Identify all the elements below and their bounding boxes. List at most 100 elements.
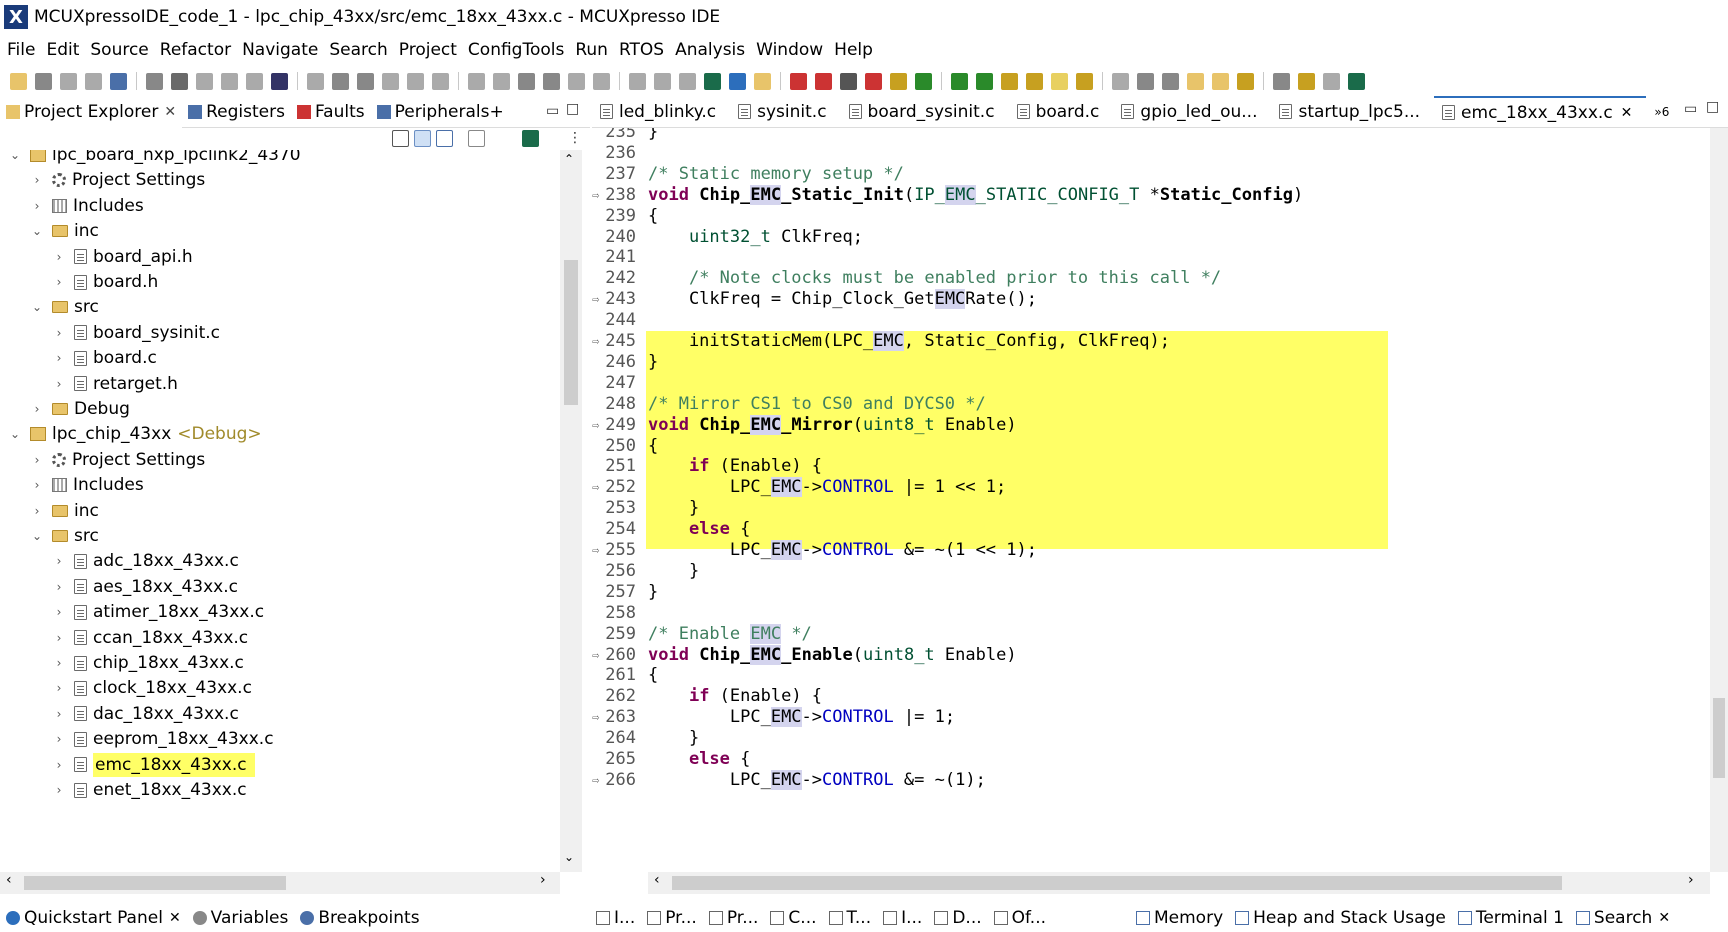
toolbar-action-icon[interactable] (704, 72, 721, 90)
menu-rtos[interactable]: RTOS (616, 40, 672, 60)
editor-tab[interactable]: »6 (1646, 96, 1683, 127)
tree-item[interactable]: › board_sysinit.c (0, 319, 220, 347)
tree-item[interactable]: › board_api.h (0, 243, 193, 271)
toolbar-action-icon[interactable] (85, 72, 102, 90)
tree-item[interactable]: ⌄ src (0, 522, 99, 550)
editor-tab[interactable]: startup_lpc5... (1271, 96, 1434, 127)
toolbar-action-icon[interactable] (1001, 72, 1018, 90)
toolbar-action-icon[interactable] (407, 72, 424, 90)
chevron-right-icon[interactable]: › (52, 554, 66, 568)
close-icon[interactable]: ✕ (1658, 910, 1670, 926)
editor-tab[interactable]: board.c (1009, 96, 1114, 127)
editor-maximize-icon[interactable]: □ (1706, 99, 1719, 115)
tree-item[interactable]: › retarget.h (0, 370, 178, 398)
menu-window[interactable]: Window (753, 40, 831, 60)
chevron-right-icon[interactable]: › (52, 707, 66, 721)
chevron-right-icon[interactable]: › (30, 453, 44, 467)
chevron-down-icon[interactable]: ⌄ (30, 300, 44, 314)
toolbar-action-icon[interactable] (1237, 72, 1254, 90)
tree-item[interactable]: › Project Settings (0, 166, 206, 194)
editor-tab[interactable]: emc_18xx_43xx.c ✕ (1434, 96, 1647, 127)
toolbar-action-icon[interactable] (543, 72, 560, 90)
chevron-right-icon[interactable]: › (30, 173, 44, 187)
editor-hscroll-thumb[interactable] (672, 876, 1562, 890)
mcux-icon[interactable] (522, 130, 539, 147)
link-editor-icon[interactable] (414, 130, 431, 147)
toolbar-action-icon[interactable] (432, 72, 449, 90)
chevron-right-icon[interactable]: › (52, 732, 66, 746)
chevron-down-icon[interactable]: ⌄ (30, 224, 44, 238)
chevron-right-icon[interactable]: › (30, 199, 44, 213)
bottom-tab[interactable]: T... (823, 908, 878, 928)
menu-search[interactable]: Search (326, 40, 395, 60)
toolbar-action-icon[interactable] (976, 72, 993, 90)
editor-tab[interactable]: sysinit.c (730, 96, 840, 127)
tree-item[interactable]: › board.c (0, 344, 157, 372)
menu-configtools[interactable]: ConfigTools (465, 40, 572, 60)
chevron-right-icon[interactable]: › (52, 580, 66, 594)
close-icon[interactable]: ✕ (164, 104, 176, 120)
toolbar-action-icon[interactable] (1212, 72, 1229, 90)
bottom-tab[interactable]: Breakpoints (294, 908, 425, 928)
chevron-right-icon[interactable]: › (52, 783, 66, 797)
tree-item[interactable]: ⌄ lpc_chip_43xx <Debug> (0, 420, 262, 448)
editor-scroll-left-icon[interactable]: ‹ (654, 872, 660, 888)
toolbar-action-icon[interactable] (1051, 72, 1068, 90)
toolbar-action-icon[interactable] (790, 72, 807, 90)
toolbar-action-icon[interactable] (357, 72, 374, 90)
menu-navigate[interactable]: Navigate (239, 40, 326, 60)
toolbar-action-icon[interactable] (1162, 72, 1179, 90)
tree-item[interactable]: › Includes (0, 471, 144, 499)
chevron-right-icon[interactable]: › (52, 758, 66, 772)
bottom-tab[interactable]: I... (590, 908, 641, 928)
tree-item[interactable]: › adc_18xx_43xx.c (0, 547, 239, 575)
maximize-icon[interactable]: □ (566, 101, 579, 117)
editor-scroll-thumb[interactable] (1713, 698, 1725, 778)
editor-tab[interactable]: gpio_led_ou... (1113, 96, 1271, 127)
toolbar-action-icon[interactable] (865, 72, 882, 90)
tree-horizontal-scrollbar[interactable]: ‹ › (0, 872, 560, 894)
toolbar-action-icon[interactable] (271, 72, 288, 90)
tab-peripherals[interactable]: Peripherals+ (371, 96, 510, 128)
chevron-right-icon[interactable]: › (52, 605, 66, 619)
bottom-tab[interactable]: I... (877, 908, 928, 928)
tree-scroll-thumb[interactable] (564, 260, 578, 405)
chevron-right-icon[interactable]: › (30, 478, 44, 492)
tree-item[interactable]: › enet_18xx_43xx.c (0, 776, 247, 804)
close-icon[interactable]: ✕ (169, 910, 181, 926)
chevron-right-icon[interactable]: › (52, 250, 66, 264)
toolbar-action-icon[interactable] (840, 72, 857, 90)
toolbar-action-icon[interactable] (754, 72, 771, 90)
tree-item[interactable]: › aes_18xx_43xx.c (0, 573, 238, 601)
toolbar-action-icon[interactable] (1137, 72, 1154, 90)
chevron-right-icon[interactable]: › (52, 631, 66, 645)
tree-item[interactable]: › chip_18xx_43xx.c (0, 649, 244, 677)
bottom-tab[interactable]: Terminal 1 (1452, 908, 1570, 928)
toolbar-action-icon[interactable] (10, 72, 27, 90)
chevron-right-icon[interactable]: › (52, 326, 66, 340)
toolbar-action-icon[interactable] (1112, 72, 1129, 90)
editor-horizontal-scrollbar[interactable]: ‹ › (648, 872, 1710, 894)
tree-vertical-scrollbar[interactable]: ⌃ ⌄ (560, 150, 582, 872)
tree-item[interactable]: ⌄ src (0, 293, 99, 321)
toolbar-action-icon[interactable] (1323, 72, 1340, 90)
collapse-all-icon[interactable] (392, 130, 409, 147)
tree-item[interactable]: › eeprom_18xx_43xx.c (0, 725, 274, 753)
menu-run[interactable]: Run (572, 40, 616, 60)
chevron-right-icon[interactable]: › (52, 656, 66, 670)
tree-item[interactable]: ⌄ inc (0, 217, 99, 245)
menu-analysis[interactable]: Analysis (672, 40, 753, 60)
editor-scroll-right-icon[interactable]: › (1688, 872, 1694, 888)
tab-project-explorer[interactable]: Project Explorer ✕ (0, 95, 183, 128)
editor-vertical-scrollbar[interactable] (1710, 128, 1728, 872)
toolbar-action-icon[interactable] (951, 72, 968, 90)
toolbar-action-icon[interactable] (493, 72, 510, 90)
toolbar-action-icon[interactable] (593, 72, 610, 90)
bottom-tab[interactable]: Memory (1130, 908, 1229, 928)
toolbar-action-icon[interactable] (468, 72, 485, 90)
menu-file[interactable]: File (4, 40, 43, 60)
menu-source[interactable]: Source (87, 40, 156, 60)
toolbar-action-icon[interactable] (1076, 72, 1093, 90)
toolbar-action-icon[interactable] (568, 72, 585, 90)
bottom-tab[interactable]: Pr... (641, 908, 703, 928)
